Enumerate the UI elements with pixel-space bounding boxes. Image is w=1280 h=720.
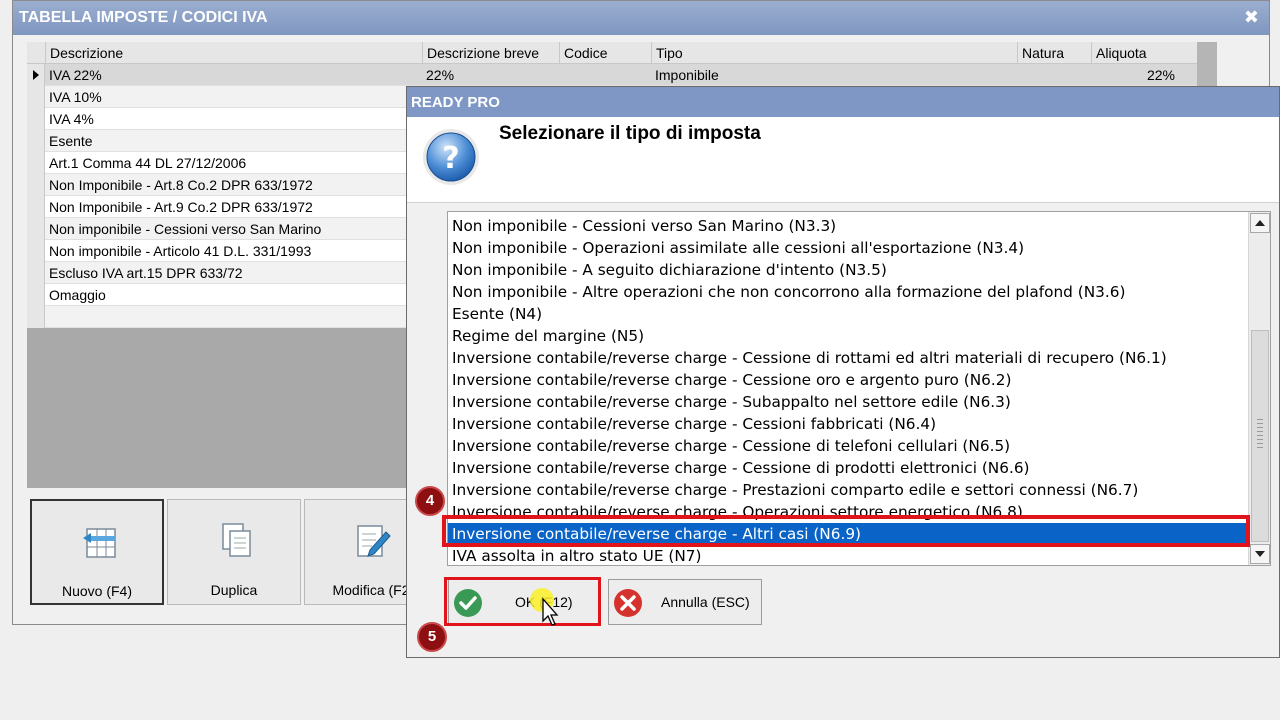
cell-descrizione: Non imponibile - Articolo 41 D.L. 331/19…	[49, 243, 312, 259]
row-indicator-header	[27, 42, 45, 64]
dialog-title: READY PRO	[407, 87, 1279, 117]
cell-codice	[559, 64, 651, 86]
row-indicator	[27, 196, 45, 218]
duplicate-button-label: Duplica	[210, 582, 258, 598]
current-row-arrow-icon	[27, 64, 45, 86]
mouse-cursor-icon	[542, 597, 559, 626]
list-item[interactable]: Inversione contabile/reverse charge - Ce…	[448, 413, 1248, 435]
cell-descrizione: IVA 4%	[49, 111, 94, 127]
list-item[interactable]: Regime del margine (N5)	[448, 325, 1248, 347]
step-badge-4: 4	[415, 486, 445, 516]
cell-descrizione: Omaggio	[49, 287, 106, 303]
step-badge-5: 5	[417, 622, 447, 652]
list-item[interactable]: Inversione contabile/reverse charge - Ce…	[448, 369, 1248, 391]
row-indicator	[27, 174, 45, 196]
cell-descrizione: IVA 22%	[49, 67, 102, 83]
new-button-label: Nuovo (F4)	[61, 583, 133, 599]
scroll-thumb[interactable]	[1251, 330, 1269, 542]
list-item[interactable]: Inversione contabile/reverse charge - Ce…	[448, 457, 1248, 479]
cell-tipo: Imponibile	[655, 67, 719, 83]
row-indicator	[27, 108, 45, 130]
cell-descrizione: Non Imponibile - Art.8 Co.2 DPR 633/1972	[49, 177, 313, 193]
list-scrollbar[interactable]	[1248, 212, 1270, 565]
cancel-button-label: Annulla (ESC)	[661, 594, 750, 610]
dialog-header: ? Selezionare il tipo di imposta	[407, 117, 1279, 203]
cancel-button[interactable]: Annulla (ESC)	[608, 579, 762, 625]
tax-type-dialog: READY PRO ? Selezionare il tipo di impos…	[406, 86, 1280, 658]
column-header-aliquota[interactable]: Aliquota	[1091, 42, 1179, 64]
new-button[interactable]: Nuovo (F4)	[30, 499, 164, 605]
cell-descrizione-breve: 22%	[426, 67, 455, 83]
list-item[interactable]: Inversione contabile/reverse charge - Ce…	[448, 435, 1248, 457]
column-header-descrizione-breve[interactable]: Descrizione breve	[422, 42, 559, 64]
list-item[interactable]: Non imponibile - A seguito dichiarazione…	[448, 259, 1248, 281]
list-item[interactable]: Esente (N4)	[448, 303, 1248, 325]
column-header-natura[interactable]: Natura	[1017, 42, 1091, 64]
cell-descrizione: Esente	[49, 133, 93, 149]
row-indicator	[27, 240, 45, 262]
question-icon: ?	[423, 129, 479, 185]
list-item[interactable]: IVA assolta in altro stato UE (N7)	[448, 545, 1248, 565]
row-indicator	[27, 306, 45, 328]
scroll-up-icon[interactable]	[1250, 213, 1270, 233]
column-header-descrizione[interactable]: Descrizione	[45, 42, 422, 64]
table-row[interactable]: IVA 22% 22% Imponibile 22%	[27, 64, 1197, 86]
cell-descrizione: Art.1 Comma 44 DL 27/12/2006	[49, 155, 247, 171]
grid-header: Descrizione Descrizione breve Codice Tip…	[27, 42, 1197, 64]
cell-descrizione: Escluso IVA art.15 DPR 633/72	[49, 265, 243, 281]
list-item[interactable]: Non imponibile - Operazioni assimilate a…	[448, 237, 1248, 259]
dialog-prompt: Selezionare il tipo di imposta	[499, 123, 761, 144]
row-indicator	[27, 86, 45, 108]
grip-icon	[1257, 419, 1263, 451]
window-title: TABELLA IMPOSTE / CODICI IVA	[13, 1, 1269, 35]
cell-descrizione: Non Imponibile - Art.9 Co.2 DPR 633/1972	[49, 199, 313, 215]
new-record-icon	[83, 528, 116, 558]
highlight-ok-button	[444, 577, 601, 626]
tax-type-options: Non imponibile - Cessioni verso San Mari…	[448, 215, 1248, 565]
highlight-selected-option	[442, 515, 1250, 547]
list-item[interactable]: Inversione contabile/reverse charge - Pr…	[448, 479, 1248, 501]
cell-descrizione: Non imponibile - Cessioni verso San Mari…	[49, 221, 322, 237]
row-indicator	[27, 130, 45, 152]
list-item[interactable]: Non imponibile - Altre operazioni che no…	[448, 281, 1248, 303]
cell-descrizione	[45, 306, 422, 328]
column-header-tipo[interactable]: Tipo	[651, 42, 1017, 64]
edit-icon	[357, 525, 391, 557]
svg-text:?: ?	[442, 141, 459, 176]
cancel-icon	[614, 589, 642, 617]
close-icon[interactable]: ✖	[1244, 1, 1259, 33]
tax-type-list[interactable]: Non imponibile - Cessioni verso San Mari…	[447, 211, 1271, 566]
cell-descrizione: IVA 10%	[49, 89, 102, 105]
row-indicator	[27, 218, 45, 240]
row-indicator	[27, 262, 45, 284]
list-item[interactable]: Inversione contabile/reverse charge - Su…	[448, 391, 1248, 413]
row-indicator	[27, 284, 45, 306]
cell-aliquota: 22%	[1146, 67, 1175, 83]
cell-natura	[1017, 64, 1091, 86]
row-indicator	[27, 152, 45, 174]
duplicate-icon	[222, 523, 251, 557]
column-header-codice[interactable]: Codice	[559, 42, 651, 64]
list-item[interactable]: Non imponibile - Cessioni verso San Mari…	[448, 215, 1248, 237]
duplicate-button[interactable]: Duplica	[167, 499, 301, 605]
list-item[interactable]: Inversione contabile/reverse charge - Ce…	[448, 347, 1248, 369]
scroll-down-icon[interactable]	[1250, 544, 1270, 564]
